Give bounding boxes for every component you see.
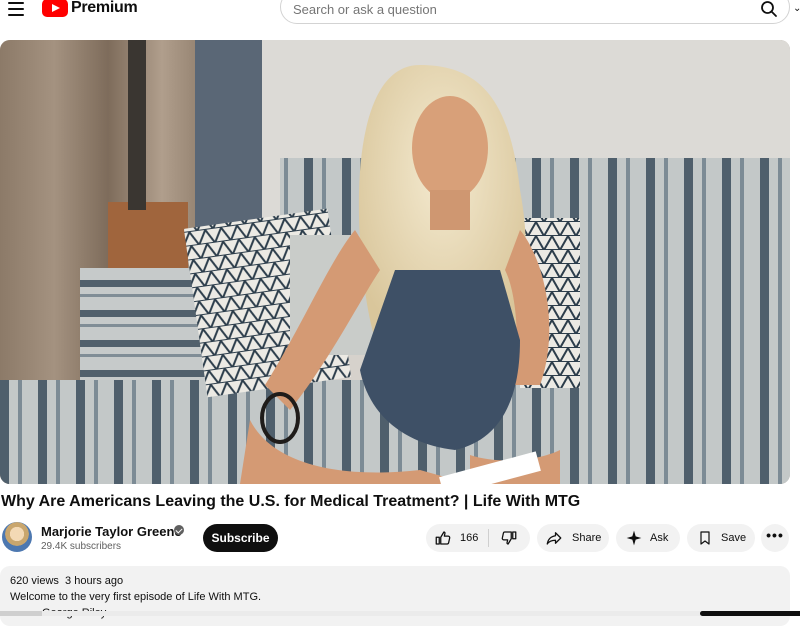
- share-arrow-icon: [546, 532, 562, 545]
- save-label: Save: [721, 532, 747, 544]
- menu-icon[interactable]: [8, 2, 24, 16]
- like-count: 166: [460, 532, 479, 544]
- upload-age: 3 hours ago: [65, 575, 124, 587]
- bookmark-icon: [700, 531, 710, 545]
- youtube-premium-logo[interactable]: Premium: [42, 0, 138, 19]
- more-actions-button[interactable]: •••: [761, 524, 789, 552]
- scrollbar-thumb[interactable]: [700, 611, 800, 616]
- owner-row: Marjorie Taylor Greene 29.4K subscribers…: [0, 520, 800, 560]
- video-frame: [0, 40, 790, 484]
- search-box[interactable]: [280, 0, 790, 24]
- description-meta: 620 views 3 hours ago: [10, 575, 123, 587]
- view-count: 620 views: [10, 575, 59, 587]
- dislike-button[interactable]: [489, 524, 529, 552]
- logo-text: Premium: [71, 0, 138, 16]
- search-icon[interactable]: [760, 0, 778, 18]
- thumbs-down-icon: [501, 531, 517, 545]
- share-label: Share: [572, 532, 602, 544]
- save-button[interactable]: Save: [687, 524, 755, 552]
- verified-badge-icon: [174, 525, 184, 535]
- video-player[interactable]: [0, 40, 790, 484]
- sparkle-icon: [626, 530, 642, 546]
- scrollbar-track-left: [0, 611, 42, 616]
- subscriber-count: 29.4K subscribers: [41, 541, 122, 552]
- share-button[interactable]: Share: [537, 524, 609, 552]
- ask-button[interactable]: Ask: [616, 524, 680, 552]
- like-button[interactable]: 166: [426, 524, 488, 552]
- thumbs-up-icon: [435, 531, 451, 545]
- subscribe-button[interactable]: Subscribe: [203, 524, 278, 552]
- like-dislike-group: 166: [426, 524, 530, 552]
- description-box[interactable]: 620 views 3 hours ago Welcome to the ver…: [0, 566, 790, 626]
- video-title: Why Are Americans Leaving the U.S. for M…: [1, 493, 581, 510]
- description-text: Welcome to the very first episode of Lif…: [10, 591, 262, 603]
- horizontal-scrollbar[interactable]: [0, 611, 800, 616]
- search-input[interactable]: [293, 0, 733, 19]
- youtube-play-icon: [42, 0, 68, 17]
- chevron-down-icon[interactable]: ⌄: [793, 3, 800, 14]
- ask-label: Ask: [650, 532, 669, 544]
- channel-name[interactable]: Marjorie Taylor Greene: [41, 524, 182, 539]
- top-bar: Premium ⌄: [0, 0, 800, 32]
- channel-avatar[interactable]: [2, 522, 32, 552]
